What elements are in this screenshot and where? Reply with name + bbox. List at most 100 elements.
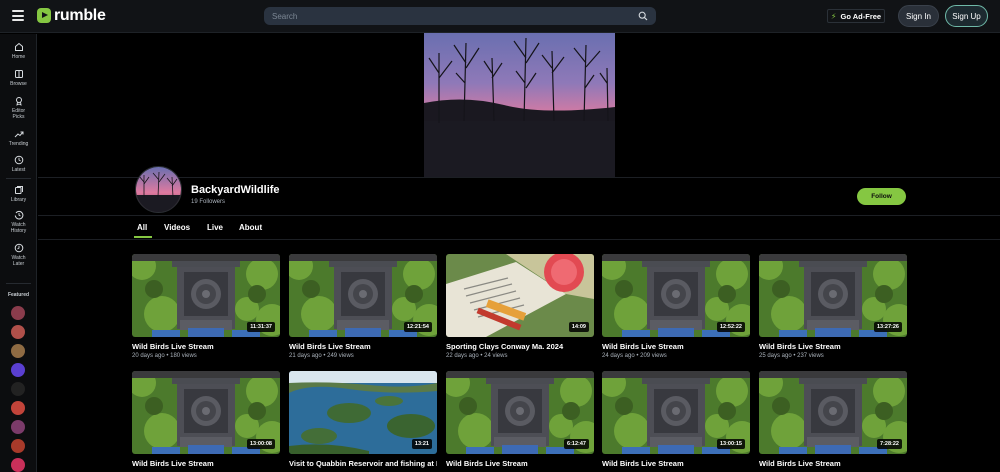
sidebar-item-label: Library xyxy=(10,197,27,203)
sidebar-item-library[interactable]: Library xyxy=(0,185,37,203)
video-title[interactable]: Wild Birds Live Stream xyxy=(132,342,280,351)
active-tab-indicator xyxy=(134,236,152,238)
search-bar[interactable] xyxy=(264,7,656,25)
featured-channel-avatar[interactable] xyxy=(11,401,25,415)
video-title[interactable]: Sporting Clays Conway Ma. 2024 xyxy=(446,342,594,351)
video-thumbnail[interactable]: 7:28:22 xyxy=(759,371,907,454)
channel-avatar[interactable] xyxy=(135,166,182,213)
logo-text: rumble xyxy=(54,7,106,24)
video-meta: 25 days ago • 237 views xyxy=(759,353,824,359)
sidebar-item-home[interactable]: Home xyxy=(0,42,37,60)
featured-channel-avatar[interactable] xyxy=(11,306,25,320)
sidebar-item-watch-history[interactable]: Watch History xyxy=(0,210,37,234)
featured-channel-avatar[interactable] xyxy=(11,344,25,358)
tab-live[interactable]: Live xyxy=(207,223,223,232)
video-duration: 13:21 xyxy=(411,439,432,449)
sidebar-item-latest[interactable]: Latest xyxy=(0,155,37,173)
watch-later-icon xyxy=(14,243,23,253)
editor-picks-icon xyxy=(15,97,22,106)
video-title[interactable]: Wild Birds Live Stream xyxy=(446,459,594,468)
sidebar-divider xyxy=(6,178,31,179)
video-card[interactable]: 13:21 Visit to Quabbin Reservoir and fish… xyxy=(289,371,437,470)
video-duration: 13:00:15 xyxy=(716,439,745,449)
video-card[interactable]: 13:27:26 Wild Birds Live Stream 25 days ag… xyxy=(759,254,907,359)
sign-up-button[interactable]: Sign Up xyxy=(945,5,988,27)
video-duration: 12:21:54 xyxy=(403,322,432,332)
tab-about[interactable]: About xyxy=(239,223,262,232)
featured-channel-avatar[interactable] xyxy=(11,325,25,339)
video-card[interactable]: 13:00:15 Wild Birds Live Stream xyxy=(602,371,750,470)
tab-all[interactable]: All xyxy=(137,223,147,232)
sidebar-item-browse[interactable]: Browse xyxy=(0,69,37,87)
featured-channel-avatar[interactable] xyxy=(11,363,25,377)
video-meta: 22 days ago • 24 views xyxy=(446,353,508,359)
video-card[interactable]: 12:52:22 Wild Birds Live Stream 24 days ag… xyxy=(602,254,750,359)
top-header: rumble ⚡ Go Ad-Free Sign In Sign Up xyxy=(0,0,1000,33)
video-thumbnail[interactable]: 12:52:22 xyxy=(602,254,750,337)
video-meta: 21 days ago • 249 views xyxy=(289,353,354,359)
follower-count: 19 Followers xyxy=(191,199,226,205)
video-card[interactable]: 6:12:47 Wild Birds Live Stream xyxy=(446,371,594,470)
follow-button[interactable]: Follow xyxy=(857,188,906,205)
channel-name: BackyardWildlife xyxy=(191,184,280,196)
library-icon xyxy=(14,186,23,194)
video-title[interactable]: Wild Birds Live Stream xyxy=(289,342,437,351)
video-card[interactable]: 7:28:22 Wild Birds Live Stream xyxy=(759,371,907,470)
video-duration: 14:09 xyxy=(568,322,589,332)
sidebar-item-label: Watch History xyxy=(10,222,27,234)
video-thumbnail[interactable]: 12:21:54 xyxy=(289,254,437,337)
video-card[interactable]: 12:21:54 Wild Birds Live Stream 21 days ag… xyxy=(289,254,437,359)
divider xyxy=(38,239,1000,240)
tab-videos[interactable]: Videos xyxy=(164,223,190,232)
featured-channel-avatar[interactable] xyxy=(11,458,25,472)
video-title[interactable]: Wild Birds Live Stream xyxy=(759,342,907,351)
sidebar-item-label: Latest xyxy=(11,167,26,173)
divider xyxy=(38,177,1000,178)
video-meta: 20 days ago • 180 views xyxy=(132,353,197,359)
sidebar-item-label: Trending xyxy=(8,141,29,147)
video-thumbnail[interactable]: 13:00:08 xyxy=(132,371,280,454)
trending-icon xyxy=(14,131,23,138)
video-thumbnail[interactable]: 13:21 xyxy=(289,371,437,454)
video-thumbnail[interactable]: 13:27:26 xyxy=(759,254,907,337)
sidebar-item-watch-later[interactable]: Watch Later xyxy=(0,243,37,267)
home-icon xyxy=(14,42,23,51)
sidebar: Home Browse Editor Picks Trending Latest… xyxy=(0,34,37,472)
sidebar-item-trending[interactable]: Trending xyxy=(0,129,37,147)
video-title[interactable]: Wild Birds Live Stream xyxy=(132,459,280,468)
video-meta: 24 days ago • 209 views xyxy=(602,353,667,359)
video-title[interactable]: Wild Birds Live Stream xyxy=(759,459,907,468)
sign-in-button[interactable]: Sign In xyxy=(898,5,939,27)
featured-channel-avatar[interactable] xyxy=(11,439,25,453)
video-card[interactable]: 14:09 Sporting Clays Conway Ma. 2024 22 da… xyxy=(446,254,594,359)
video-card[interactable]: 11:31:37 Wild Birds Live Stream 20 days ag… xyxy=(132,254,280,359)
sidebar-item-label: Watch Later xyxy=(11,255,26,267)
video-thumbnail[interactable]: 14:09 xyxy=(446,254,594,337)
menu-icon[interactable] xyxy=(12,10,24,21)
video-duration: 11:31:37 xyxy=(247,322,275,332)
sidebar-item-editor-picks[interactable]: Editor Picks xyxy=(0,96,37,120)
history-icon xyxy=(14,210,23,220)
divider xyxy=(38,215,1000,216)
video-card[interactable]: 13:00:08 Wild Birds Live Stream xyxy=(132,371,280,470)
search-icon[interactable] xyxy=(638,11,648,21)
video-thumbnail[interactable]: 13:00:15 xyxy=(602,371,750,454)
video-thumbnail[interactable]: 11:31:37 xyxy=(132,254,280,337)
sidebar-item-label: Browse xyxy=(10,81,27,87)
sidebar-item-label: Editor Picks xyxy=(11,108,26,120)
sidebar-divider xyxy=(6,283,31,284)
featured-channel-avatar[interactable] xyxy=(11,420,25,434)
video-title[interactable]: Wild Birds Live Stream xyxy=(602,459,750,468)
go-ad-free-button[interactable]: ⚡ Go Ad-Free xyxy=(827,9,885,23)
browse-icon xyxy=(14,70,23,78)
video-thumbnail[interactable]: 6:12:47 xyxy=(446,371,594,454)
video-duration: 6:12:47 xyxy=(564,439,589,449)
rumble-logo-icon xyxy=(37,8,51,23)
clock-icon xyxy=(14,155,23,165)
featured-channel-avatar[interactable] xyxy=(11,382,25,396)
video-title[interactable]: Visit to Quabbin Reservoir and fishing a… xyxy=(289,459,437,468)
video-duration: 12:52:22 xyxy=(716,322,745,332)
search-input[interactable] xyxy=(272,9,622,23)
video-title[interactable]: Wild Birds Live Stream xyxy=(602,342,750,351)
rumble-logo[interactable]: rumble xyxy=(37,7,106,24)
